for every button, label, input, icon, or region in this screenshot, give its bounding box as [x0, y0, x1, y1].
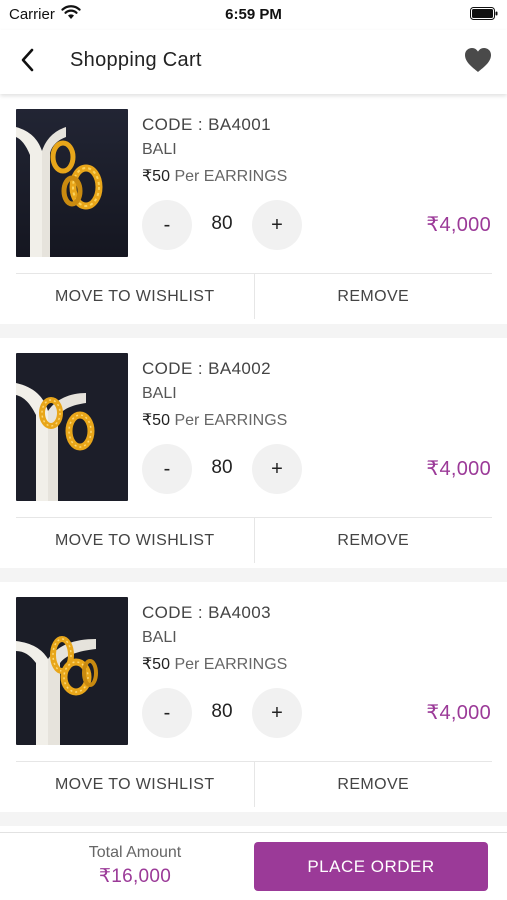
increase-quantity-button[interactable]: +: [252, 444, 302, 494]
item-actions: MOVE TO WISHLIST REMOVE: [16, 517, 492, 563]
item-actions: MOVE TO WISHLIST REMOVE: [16, 273, 492, 319]
price-unit: Per EARRINGS: [174, 412, 288, 429]
chevron-left-icon: [21, 48, 34, 72]
line-total: ₹4,000: [426, 458, 491, 480]
remove-button[interactable]: REMOVE: [255, 518, 493, 563]
battery-icon: [470, 7, 498, 20]
price-value: ₹50: [142, 656, 170, 673]
unit-price: ₹50 Per EARRINGS: [142, 410, 287, 430]
product-code: CODE : BA4002: [142, 359, 271, 378]
cart-item: CODE : BA4002 BALI ₹50 Per EARRINGS - 80…: [0, 338, 507, 568]
unit-price: ₹50 Per EARRINGS: [142, 166, 287, 186]
remove-button[interactable]: REMOVE: [255, 274, 493, 319]
cart-item: CODE : BA4001 BALI ₹50 Per EARRINGS - 80…: [0, 94, 507, 324]
product-code: CODE : BA4003: [142, 603, 271, 622]
move-to-wishlist-button[interactable]: MOVE TO WISHLIST: [16, 518, 255, 563]
cart-item: CODE : BA4003 BALI ₹50 Per EARRINGS - 80…: [0, 582, 507, 812]
total-amount-value: ₹16,000: [98, 866, 172, 887]
increase-quantity-button[interactable]: +: [252, 200, 302, 250]
product-image[interactable]: [16, 353, 128, 501]
price-value: ₹50: [142, 168, 170, 185]
unit-price: ₹50 Per EARRINGS: [142, 654, 287, 674]
product-category: BALI: [142, 385, 177, 402]
product-category: BALI: [142, 629, 177, 646]
increase-quantity-button[interactable]: +: [252, 688, 302, 738]
product-image[interactable]: [16, 597, 128, 745]
decrease-quantity-button[interactable]: -: [142, 200, 192, 250]
checkout-footer: Total Amount ₹16,000 PLACE ORDER: [0, 832, 507, 900]
remove-button[interactable]: REMOVE: [255, 762, 493, 807]
status-bar: Carrier 6:59 PM: [0, 0, 507, 30]
price-unit: Per EARRINGS: [174, 168, 288, 185]
price-value: ₹50: [142, 412, 170, 429]
product-image[interactable]: [16, 109, 128, 257]
price-unit: Per EARRINGS: [174, 656, 288, 673]
navigation-bar: Shopping Cart: [0, 30, 507, 94]
wishlist-button[interactable]: [462, 44, 494, 76]
product-code: CODE : BA4001: [142, 115, 271, 134]
line-total: ₹4,000: [426, 214, 491, 236]
cart-list[interactable]: CODE : BA4001 BALI ₹50 Per EARRINGS - 80…: [0, 94, 507, 832]
line-total: ₹4,000: [426, 702, 491, 724]
decrease-quantity-button[interactable]: -: [142, 444, 192, 494]
heart-icon: [465, 48, 491, 72]
move-to-wishlist-button[interactable]: MOVE TO WISHLIST: [16, 762, 255, 807]
move-to-wishlist-button[interactable]: MOVE TO WISHLIST: [16, 274, 255, 319]
quantity-value: 80: [211, 213, 233, 234]
back-button[interactable]: [12, 44, 44, 76]
place-order-button[interactable]: PLACE ORDER: [254, 842, 488, 891]
product-category: BALI: [142, 141, 177, 158]
total-amount-label: Total Amount: [88, 844, 182, 861]
item-actions: MOVE TO WISHLIST REMOVE: [16, 761, 492, 807]
quantity-value: 80: [211, 457, 233, 478]
decrease-quantity-button[interactable]: -: [142, 688, 192, 738]
quantity-value: 80: [211, 701, 233, 722]
status-time: 6:59 PM: [225, 6, 282, 23]
page-title: Shopping Cart: [70, 49, 202, 71]
